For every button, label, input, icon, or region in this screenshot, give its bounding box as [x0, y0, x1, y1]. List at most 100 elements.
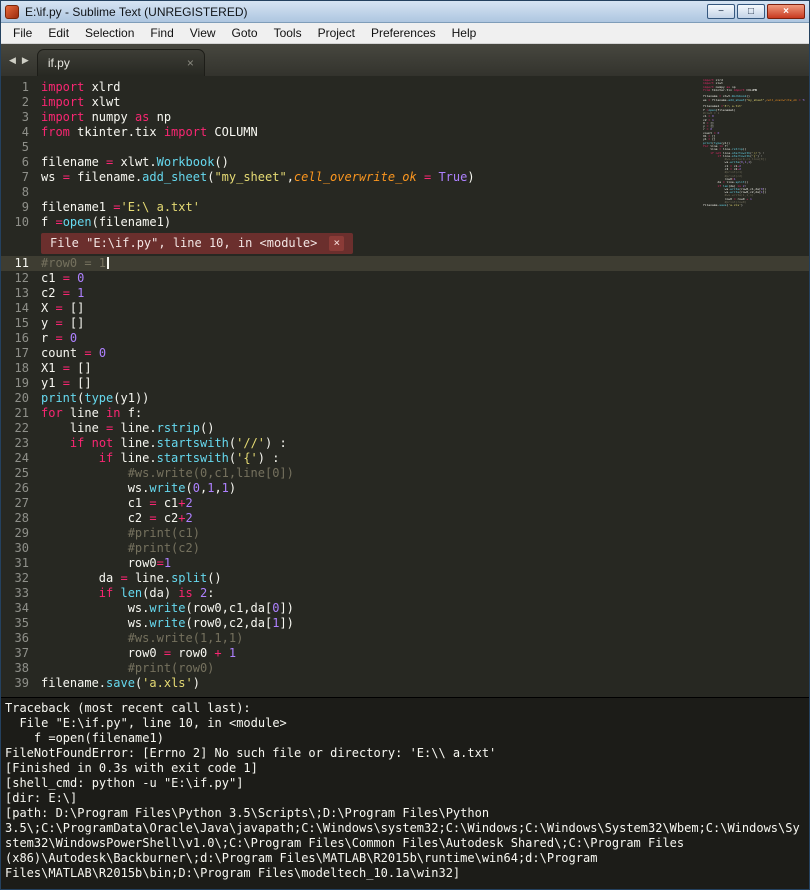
- code-text: #ws.write(0,c1,line[0]): [41, 466, 294, 480]
- code-text: for line in f:: [41, 406, 143, 420]
- line-number: 35: [14, 616, 29, 630]
- line-number: 6: [21, 155, 29, 169]
- line-number: 3: [21, 110, 29, 124]
- code-text: filename = xlwt.Workbook(): [41, 155, 229, 169]
- line-number: 37: [14, 646, 29, 660]
- code-line[interactable]: 7 ws = filename.add_sheet("my_sheet",cell…: [1, 170, 809, 185]
- code-line[interactable]: 16 r = 0: [1, 331, 809, 346]
- menu-item-tools[interactable]: Tools: [266, 24, 310, 42]
- minimize-button[interactable]: −: [707, 4, 735, 19]
- code-line[interactable]: 29 #print(c1): [1, 526, 809, 541]
- code-line[interactable]: 14 X = []: [1, 301, 809, 316]
- menu-item-file[interactable]: File: [5, 24, 40, 42]
- minimap-line: ws = filename.add_sheet("my_sheet",cell_…: [703, 98, 805, 102]
- code-line[interactable]: 11 #row0 = 1: [1, 256, 809, 271]
- console-line: File "E:\if.py", line 10, in <module>: [5, 716, 287, 730]
- app-icon: [5, 4, 19, 19]
- code-line[interactable]: 20 print(type(y1)): [1, 391, 809, 406]
- close-button[interactable]: ×: [767, 4, 805, 19]
- code-line[interactable]: 17 count = 0: [1, 346, 809, 361]
- code-line[interactable]: 22 line = line.rstrip(): [1, 421, 809, 436]
- code-line[interactable]: 19 y1 = []: [1, 376, 809, 391]
- line-number: 8: [21, 185, 29, 199]
- minimap[interactable]: import xlrd import xlwt import numpy as np…: [703, 79, 805, 208]
- code-line[interactable]: 1 import xlrd: [1, 80, 809, 95]
- code-text: #print(row0): [41, 661, 215, 675]
- line-number: 34: [14, 601, 29, 615]
- code-line[interactable]: 28 c2 = c2+2: [1, 511, 809, 526]
- code-text: row0=1: [41, 556, 172, 570]
- code-line[interactable]: 13 c2 = 1: [1, 286, 809, 301]
- code-line[interactable]: 12 c1 = 0: [1, 271, 809, 286]
- code-line[interactable]: 37 row0 = row0 + 1: [1, 646, 809, 661]
- menu-item-selection[interactable]: Selection: [77, 24, 142, 42]
- line-number: 36: [14, 631, 29, 645]
- code-line[interactable]: 30 #print(c2): [1, 541, 809, 556]
- line-number: 27: [14, 496, 29, 510]
- menu-item-goto[interactable]: Goto: [224, 24, 266, 42]
- code-line[interactable]: 5: [1, 140, 809, 155]
- console-panel[interactable]: Traceback (most recent call last): File …: [1, 697, 809, 889]
- code-line[interactable]: 9 filename1 ='E:\ a.txt': [1, 200, 809, 215]
- menu-item-preferences[interactable]: Preferences: [363, 24, 444, 42]
- tab-scroll-right-icon[interactable]: ▶: [22, 55, 29, 66]
- title-bar[interactable]: E:\if.py - Sublime Text (UNREGISTERED) −…: [1, 1, 809, 23]
- code-line[interactable]: 27 c1 = c1+2: [1, 496, 809, 511]
- code-line[interactable]: 25 #ws.write(0,c1,line[0]): [1, 466, 809, 481]
- code-line[interactable]: 24 if line.startswith('{') :: [1, 451, 809, 466]
- code-line[interactable]: 36 #ws.write(1,1,1): [1, 631, 809, 646]
- code-line[interactable]: 33 if len(da) is 2:: [1, 586, 809, 601]
- line-number: 1: [21, 80, 29, 94]
- code-line[interactable]: 34 ws.write(row0,c1,da[0]): [1, 601, 809, 616]
- line-number: 28: [14, 511, 29, 525]
- tab-scroll-left-icon[interactable]: ◀: [9, 55, 16, 66]
- code-line[interactable]: 2 import xlwt: [1, 95, 809, 110]
- editor[interactable]: 1 import xlrd 2 import xlwt 3 import numpy as…: [1, 76, 809, 697]
- console-line: [dir: E:\]: [5, 791, 78, 805]
- code-line[interactable]: 39 filename.save('a.xls'): [1, 676, 809, 691]
- line-number: 22: [14, 421, 29, 435]
- code-text: ws = filename.add_sheet("my_sheet",cell_…: [41, 170, 475, 184]
- menu-item-project[interactable]: Project: [310, 24, 363, 42]
- code-line[interactable]: 32 da = line.split(): [1, 571, 809, 586]
- code-line[interactable]: 23 if not line.startswith('//') :: [1, 436, 809, 451]
- code-line[interactable]: 26 ws.write(0,1,1): [1, 481, 809, 496]
- console-line: [path: D:\Program Files\Python 3.5\Scrip…: [5, 806, 800, 880]
- code-line[interactable]: 15 y = []: [1, 316, 809, 331]
- code-text: if not line.startswith('//') :: [69, 436, 287, 450]
- code-line[interactable]: 3 import numpy as np: [1, 110, 809, 125]
- code-line[interactable]: 35 ws.write(row0,c2,da[1]): [1, 616, 809, 631]
- code-text: c1 = c1+2: [41, 496, 193, 510]
- code-line[interactable]: 8: [1, 185, 809, 200]
- code-line[interactable]: 6 filename = xlwt.Workbook(): [1, 155, 809, 170]
- console-line: f =open(filename1): [5, 731, 164, 745]
- code-line[interactable]: 18 X1 = []: [1, 361, 809, 376]
- code-text: if line.startswith('{') :: [98, 451, 280, 465]
- tab-bar: ◀ ▶ if.py ×: [1, 44, 809, 76]
- maximize-button[interactable]: □: [737, 4, 765, 19]
- code-text: filename.save('a.xls'): [41, 676, 200, 690]
- code-text: X = []: [41, 301, 85, 315]
- phantom-close-icon[interactable]: ×: [329, 235, 345, 251]
- menu-item-view[interactable]: View: [182, 24, 224, 42]
- tab-close-icon[interactable]: ×: [187, 56, 194, 70]
- menu-item-edit[interactable]: Edit: [40, 24, 77, 42]
- menu-item-find[interactable]: Find: [142, 24, 181, 42]
- code-line[interactable]: 21 for line in f:: [1, 406, 809, 421]
- code-area[interactable]: 1 import xlrd 2 import xlwt 3 import numpy as…: [1, 80, 809, 691]
- code-line[interactable]: 38 #print(row0): [1, 661, 809, 676]
- menu-item-help[interactable]: Help: [444, 24, 485, 42]
- code-line[interactable]: 4 from tkinter.tix import COLUMN: [1, 125, 809, 140]
- code-text: y = []: [41, 316, 85, 330]
- code-line[interactable]: 10 f =open(filename1): [1, 215, 809, 230]
- window-title: E:\if.py - Sublime Text (UNREGISTERED): [25, 4, 248, 19]
- line-number: 18: [14, 361, 29, 375]
- console-line: [Finished in 0.3s with exit code 1]: [5, 761, 258, 775]
- code-line[interactable]: 31 row0=1: [1, 556, 809, 571]
- tab-ifpy[interactable]: if.py ×: [36, 49, 205, 76]
- line-number: 2: [21, 95, 29, 109]
- code-text: #ws.write(1,1,1): [41, 631, 244, 645]
- line-number: 5: [21, 140, 29, 154]
- code-text: #print(c2): [41, 541, 200, 555]
